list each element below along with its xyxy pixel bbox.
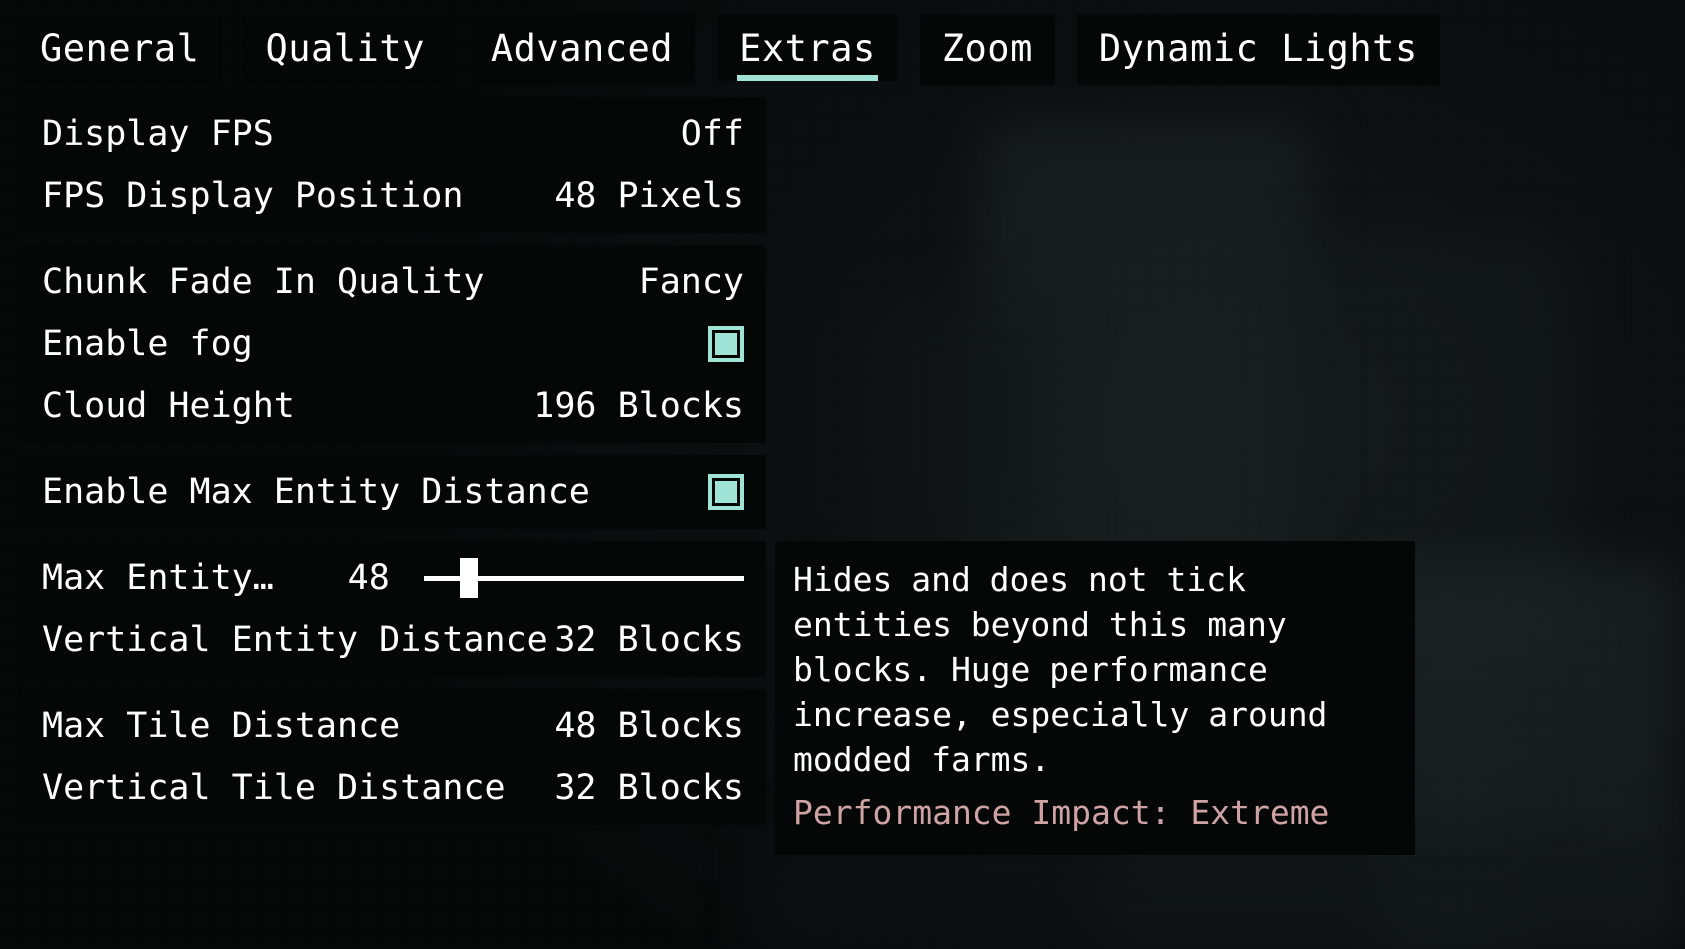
tab-zoom[interactable]: Zoom (919, 14, 1055, 85)
option-value[interactable]: 48 Blocks (554, 708, 744, 744)
tab-label: Quality (265, 27, 425, 70)
tooltip-description: Hides and does not tick entities beyond … (793, 560, 1328, 779)
option-value[interactable]: Off (681, 116, 744, 152)
slider-control[interactable] (423, 558, 744, 598)
checkbox-fill-icon (715, 333, 737, 355)
option-row[interactable]: Chunk Fade In Quality Fancy (18, 251, 766, 313)
tab-extras[interactable]: Extras (717, 14, 898, 81)
tab-label: General (40, 27, 200, 70)
option-label: Enable fog (42, 323, 253, 364)
option-group: Display FPS Off FPS Display Position 48 Pix… (18, 97, 766, 233)
tab-label: Advanced (490, 27, 674, 70)
option-value[interactable]: Fancy (639, 264, 744, 300)
options-panel: Display FPS Off FPS Display Position 48 Pix… (18, 97, 766, 837)
tab-quality[interactable]: Quality (243, 14, 447, 85)
option-value[interactable]: 32 Blocks (554, 770, 744, 806)
tab-label: Zoom (941, 27, 1033, 70)
tab-dynamic-lights[interactable]: Dynamic Lights (1076, 14, 1440, 85)
option-label: Vertical Entity Distance (42, 619, 548, 660)
option-group: Chunk Fade In Quality Fancy Enable fog Clou… (18, 245, 766, 443)
checkbox-toggle[interactable] (708, 474, 744, 510)
option-row[interactable]: Max Entity… 48 (18, 547, 766, 609)
option-label: Max Tile Distance (42, 705, 401, 746)
checkbox-toggle[interactable] (708, 326, 744, 362)
option-label: Vertical Tile Distance (42, 767, 506, 808)
tab-label: Extras (739, 27, 876, 70)
active-tab-underline (737, 75, 878, 81)
slider-thumb[interactable] (459, 558, 478, 598)
option-label: Max Entity… (42, 557, 274, 598)
option-label: Chunk Fade In Quality (42, 261, 485, 302)
option-value[interactable]: 32 Blocks (554, 622, 744, 658)
option-label: Cloud Height (42, 385, 295, 426)
option-row[interactable]: Enable Max Entity Distance (18, 461, 766, 523)
option-row[interactable]: Enable fog (18, 313, 766, 375)
option-group: Enable Max Entity Distance (18, 455, 766, 529)
checkbox-fill-icon (715, 481, 737, 503)
option-row[interactable]: Display FPS Off (18, 103, 766, 165)
option-group: Max Tile Distance 48 Blocks Vertical Tile … (18, 689, 766, 825)
tab-advanced[interactable]: Advanced (468, 14, 696, 85)
slider-value: 48 (347, 557, 390, 598)
tab-bar: General Quality Advanced Extras Zoom Dynamic … (18, 14, 1440, 85)
option-row[interactable]: Max Tile Distance 48 Blocks (18, 695, 766, 757)
option-group: Max Entity… 48 Vertical Entity Distance 32 … (18, 541, 766, 677)
option-label: FPS Display Position (42, 175, 464, 216)
option-row[interactable]: Vertical Entity Distance 32 Blocks (18, 609, 766, 671)
settings-screen: General Quality Advanced Extras Zoom Dynamic … (0, 0, 1685, 949)
tooltip-panel: Hides and does not tick entities beyond … (775, 541, 1415, 855)
option-value[interactable]: 196 Blocks (533, 388, 744, 424)
option-row[interactable]: FPS Display Position 48 Pixels (18, 165, 766, 227)
option-row[interactable]: Cloud Height 196 Blocks (18, 375, 766, 437)
tab-label: Dynamic Lights (1098, 27, 1418, 70)
performance-impact-label: Performance Impact: Extreme (793, 793, 1330, 832)
option-value[interactable]: 48 Pixels (554, 178, 744, 214)
tab-general[interactable]: General (18, 14, 222, 85)
option-row[interactable]: Vertical Tile Distance 32 Blocks (18, 757, 766, 819)
option-label: Display FPS (42, 113, 274, 154)
option-label: Enable Max Entity Distance (42, 471, 590, 512)
